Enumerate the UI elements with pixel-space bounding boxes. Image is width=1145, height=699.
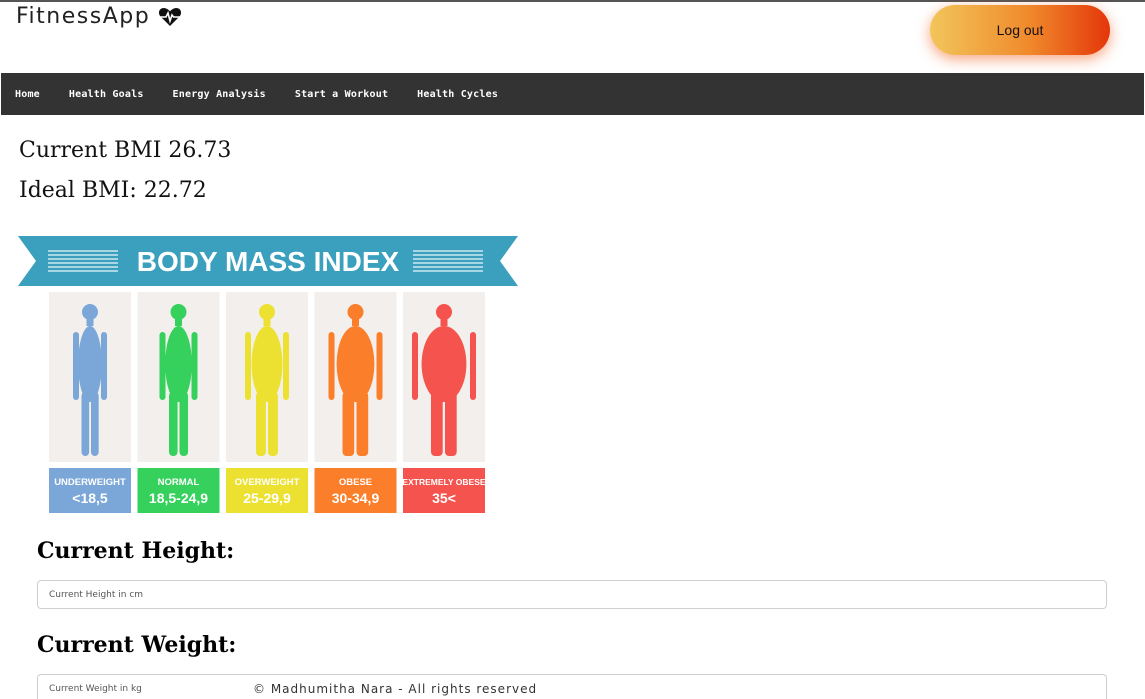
top-border xyxy=(0,0,1145,2)
weight-title: Current Weight: xyxy=(37,632,237,658)
heartbeat-icon xyxy=(159,7,182,26)
ideal-bmi: Ideal BMI: 22.72 xyxy=(19,178,207,203)
bmi-category-4: OBESE 30-34,9 xyxy=(314,292,397,513)
bmi-category-2: NORMAL 18,5-24,9 xyxy=(137,292,220,513)
bmi-chart-image: BODY MASS INDEX UNDERWEIGHT <18,5 NORMAL 18… xyxy=(18,236,518,513)
main-nav: Home Health Goals Energy Analysis Start … xyxy=(1,73,1144,115)
bmi-category-5: EXTREMELY OBESE 35< xyxy=(402,292,486,513)
bmi-category-range: 35< xyxy=(432,490,456,506)
nav-item-energy-analysis[interactable]: Energy Analysis xyxy=(173,89,266,100)
nav-item-home[interactable]: Home xyxy=(15,89,40,100)
bmi-category-range: <18,5 xyxy=(72,490,108,506)
nav-item-health-cycles[interactable]: Health Cycles xyxy=(417,89,498,100)
bmi-banner: BODY MASS INDEX xyxy=(18,236,518,286)
brand-name: FitnessApp xyxy=(16,4,151,29)
nav-item-start-workout[interactable]: Start a Workout xyxy=(295,89,388,100)
current-bmi: Current BMI 26.73 xyxy=(19,138,232,163)
height-title: Current Height: xyxy=(37,538,235,564)
bmi-banner-title: BODY MASS INDEX xyxy=(137,246,400,277)
bmi-category-name: NORMAL xyxy=(158,477,200,488)
bmi-category-1: UNDERWEIGHT <18,5 xyxy=(49,292,131,513)
bmi-category-range: 25-29,9 xyxy=(243,490,291,506)
bmi-category-range: 30-34,9 xyxy=(332,490,380,506)
bmi-category-range: 18,5-24,9 xyxy=(149,490,208,506)
bmi-category-name: OBESE xyxy=(339,477,372,488)
footer-copyright: © Madhumitha Nara - All rights reserved xyxy=(253,682,538,696)
weight-input[interactable] xyxy=(37,674,1107,699)
brand[interactable]: FitnessApp xyxy=(16,4,182,29)
bmi-category-3: OVERWEIGHT 25-29,9 xyxy=(226,292,308,513)
bmi-category-name: OVERWEIGHT xyxy=(235,477,300,488)
bmi-category-name: UNDERWEIGHT xyxy=(54,477,126,488)
height-input[interactable] xyxy=(37,580,1107,609)
logout-button[interactable]: Log out xyxy=(930,5,1110,55)
nav-item-health-goals[interactable]: Health Goals xyxy=(69,89,144,100)
bmi-category-name: EXTREMELY OBESE xyxy=(402,477,485,487)
